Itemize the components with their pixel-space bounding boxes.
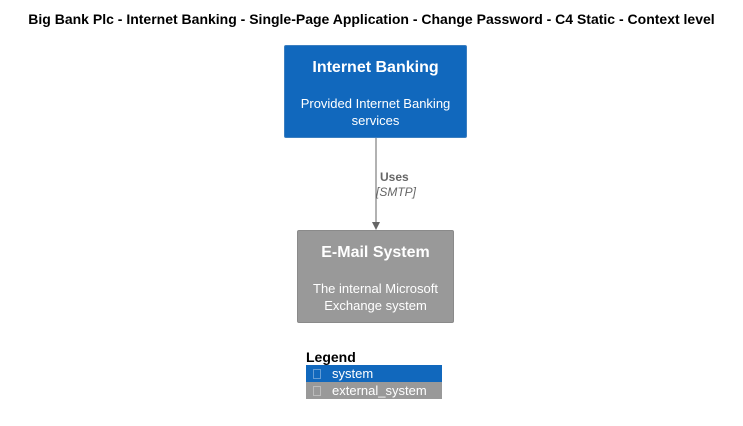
relationship-label: Uses [SMTP] xyxy=(376,170,416,200)
relationship-name: Uses xyxy=(380,170,409,184)
legend-item-external-system: external_system xyxy=(306,382,442,399)
legend: Legend system external_system xyxy=(306,349,442,399)
email-system-box[interactable]: E-Mail System The internal Microsoft Exc… xyxy=(297,230,454,323)
relationship-arrowhead xyxy=(372,222,380,230)
legend-title: Legend xyxy=(306,349,356,365)
legend-item-label: external_system xyxy=(332,383,427,398)
internet-banking-system-box[interactable]: Internet Banking Provided Internet Banki… xyxy=(284,45,467,138)
legend-swatch-icon xyxy=(313,369,321,379)
legend-item-label: system xyxy=(332,366,374,381)
internet-banking-name: Internet Banking xyxy=(312,59,439,76)
legend-swatch-icon xyxy=(313,386,321,396)
email-system-name: E-Mail System xyxy=(321,244,430,261)
internet-banking-description: Provided Internet Banking services xyxy=(300,96,451,128)
email-system-description: The internal Microsoft Exchange system xyxy=(313,281,438,313)
relationship-technology: [SMTP] xyxy=(376,185,417,199)
legend-item-system: system xyxy=(306,365,442,382)
